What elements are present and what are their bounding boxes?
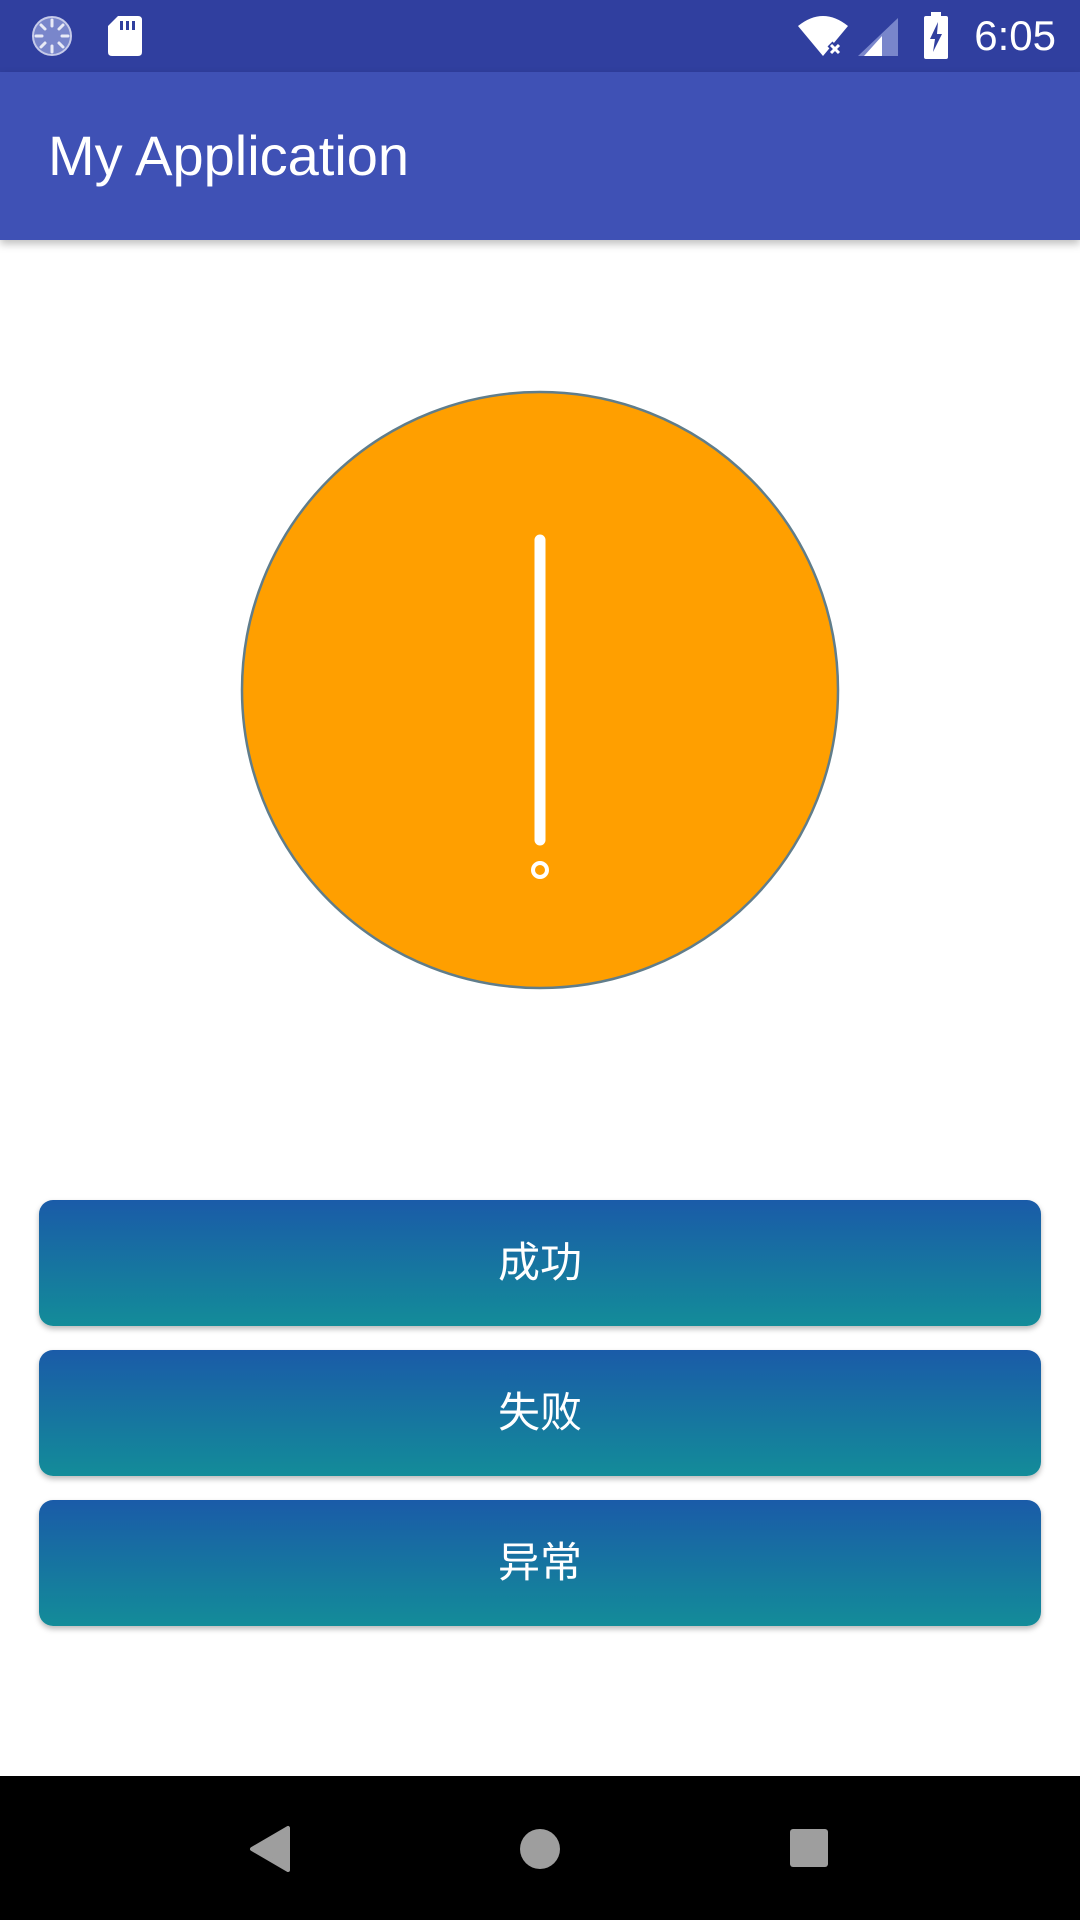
- cell-signal-icon: [856, 16, 900, 62]
- exclamation-icon: [531, 534, 549, 879]
- app-bar: My Application: [0, 72, 1080, 240]
- error-button[interactable]: 异常: [39, 1500, 1041, 1626]
- navigation-bar: [0, 1776, 1080, 1920]
- failure-button[interactable]: 失败: [39, 1350, 1041, 1476]
- status-time: 6:05: [974, 12, 1056, 59]
- sd-card-icon: [106, 14, 144, 62]
- status-indicator: [240, 390, 840, 990]
- app-title: My Application: [48, 124, 410, 187]
- back-icon[interactable]: [220, 1798, 320, 1898]
- recents-icon[interactable]: [760, 1798, 860, 1898]
- screen: 6:05 My Application 成功 失败 异常: [0, 0, 1080, 1920]
- battery-charging-icon: [922, 12, 950, 64]
- success-button[interactable]: 成功: [39, 1200, 1041, 1326]
- home-icon[interactable]: [490, 1798, 590, 1898]
- status-bar: 6:05: [0, 0, 1080, 72]
- loading-icon: [30, 14, 74, 62]
- wifi-off-icon: [796, 14, 850, 62]
